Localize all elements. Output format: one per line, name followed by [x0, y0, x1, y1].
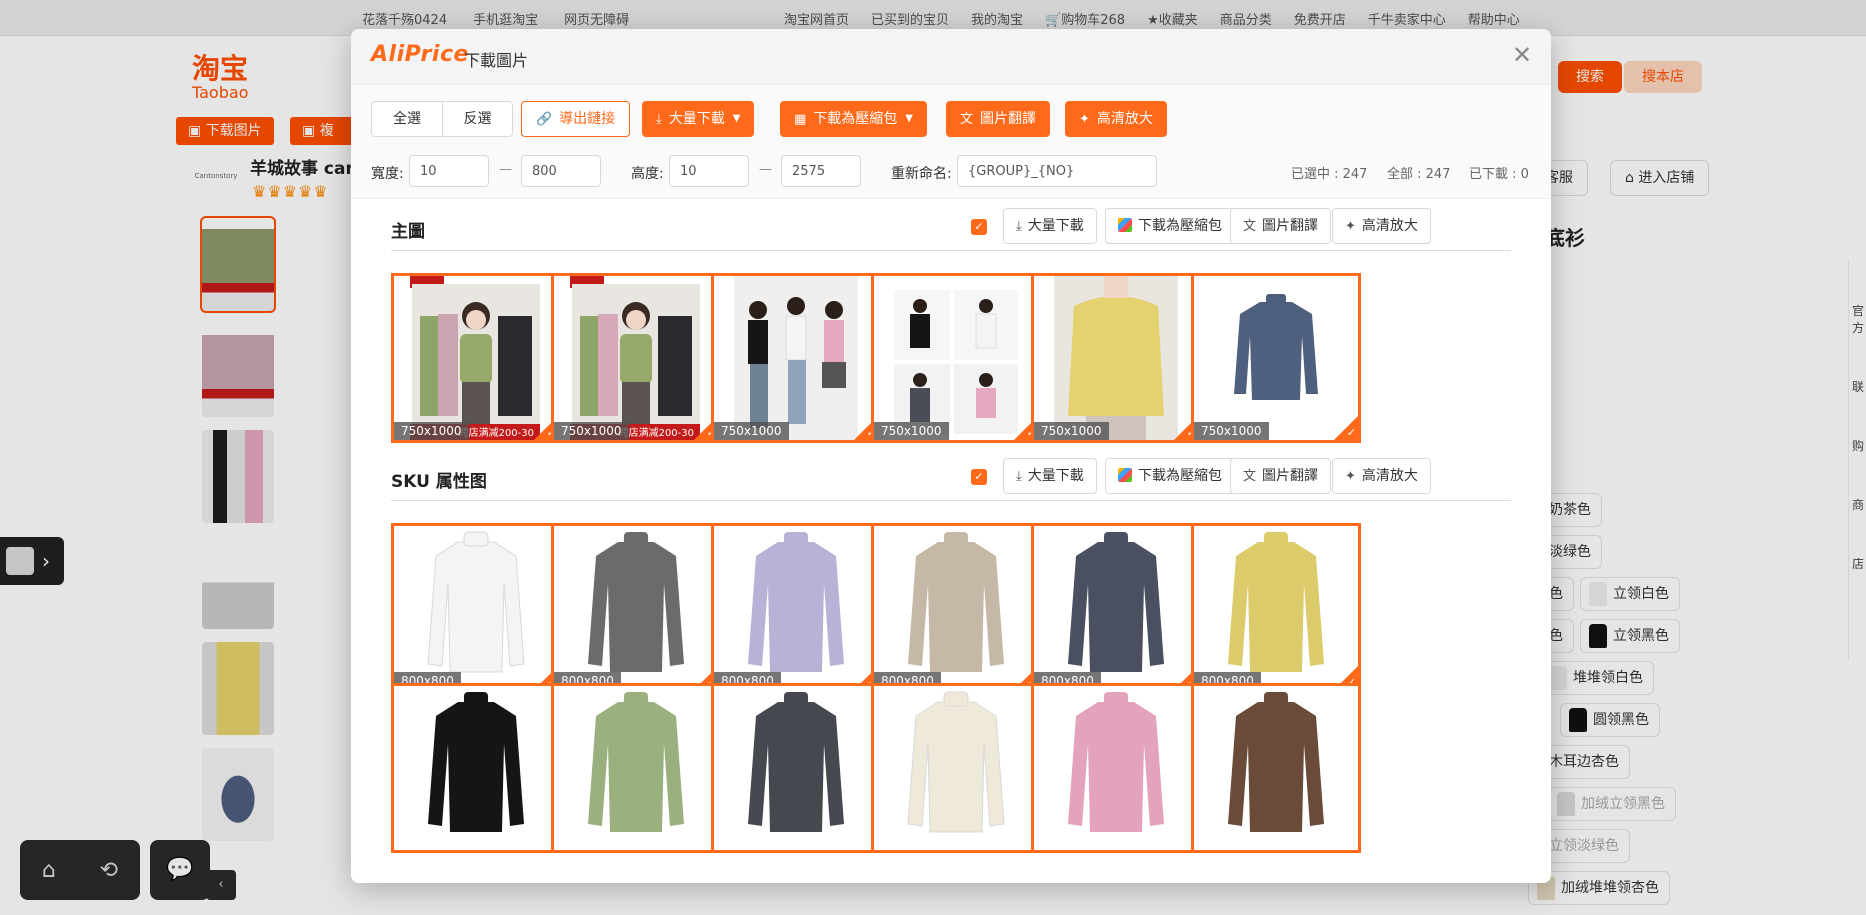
image-dimension-badge: 750x1000 — [1034, 422, 1109, 440]
modal-title: 下載圖片 — [464, 51, 529, 70]
modal-toolbar: 全選 反選 🔗 導出鏈接 ⤓ 大量下載 ▼ ▦ 下載為壓縮包 ▼ 文圖片翻譯 ✦ 高清放大 — [351, 85, 1551, 145]
translate-icon: 文 — [1243, 469, 1257, 484]
download-icon: ⤓ — [1016, 219, 1022, 234]
image-card[interactable]: 750x1000 ✓ — [1191, 273, 1361, 443]
invert-selection-button[interactable]: 反選 — [442, 102, 512, 136]
image-dimension-badge: 750x1000 — [874, 422, 949, 440]
aliprice-download-modal: AliPrice 下載圖片 ✕ 全選 反選 🔗 導出鏈接 ⤓ 大量下載 ▼ ▦ 下載為壓… — [351, 29, 1551, 883]
sku-image-card[interactable]: 800x800✓ — [871, 523, 1041, 693]
image-card[interactable]: 750x1000 ✓ — [1031, 273, 1201, 443]
sku-image-card[interactable] — [1031, 683, 1201, 853]
sku-garment-photo — [1068, 692, 1164, 832]
section-header-sku: SKU 属性图 ✓ ⤓ 大量下載 下載為壓縮包 文圖片翻譯 ✦ 高清放大 — [391, 449, 1511, 501]
image-card[interactable]: 750x1000 ✓ — [711, 273, 881, 443]
select-all-button[interactable]: 全選 — [372, 102, 442, 136]
modal-body: 主圖 ✓ ⤓ 大量下載 下載為壓縮包 文圖片翻譯 ✦ 高清放大 跨店满减200-… — [351, 199, 1551, 883]
section-translate-button[interactable]: 文圖片翻譯 — [1230, 458, 1332, 494]
close-icon[interactable]: ✕ — [1509, 43, 1535, 69]
modal-filter-bar: 寬度: — 高度: — 重新命名: 已選中 : 247 全部 : 247 已下載… — [351, 145, 1551, 199]
image-card[interactable]: 750x1000 ✓ — [871, 273, 1041, 443]
sku-garment-photo — [748, 692, 844, 832]
download-icon: ⤓ — [656, 112, 662, 127]
section-title: 主圖 — [391, 222, 425, 242]
image-dimension-badge: 750x1000 — [394, 422, 469, 440]
chevron-down-icon: ▼ — [732, 113, 741, 124]
total-count: 全部 : 247 — [1387, 167, 1451, 182]
section-upscale-button[interactable]: ✦ 高清放大 — [1332, 208, 1431, 244]
sku-image-card[interactable]: 800x800✓ — [391, 523, 561, 693]
image-card[interactable]: 跨店满减200-30 750x1000 ✓ — [391, 273, 561, 443]
range-dash: — — [759, 162, 772, 177]
section-download-zip-button[interactable]: 下載為壓縮包 — [1105, 208, 1235, 244]
magic-wand-icon: ✦ — [1345, 469, 1356, 484]
section-translate-button[interactable]: 文圖片翻譯 — [1230, 208, 1332, 244]
aliprice-logo: AliPrice — [371, 42, 469, 67]
check-icon: ✓ — [1346, 426, 1356, 439]
translate-images-button[interactable]: 文圖片翻譯 — [946, 101, 1051, 137]
magic-wand-icon: ✦ — [1079, 112, 1090, 127]
zip-icon — [1118, 218, 1132, 232]
downloaded-count: 已下載 : 0 — [1469, 167, 1529, 182]
section-select-checkbox[interactable]: ✓ — [971, 469, 987, 485]
zip-icon — [1118, 468, 1132, 482]
height-min-input[interactable] — [669, 155, 749, 187]
sku-image-card[interactable]: 800x800✓ — [1031, 523, 1201, 693]
sku-garment-photo — [907, 691, 1005, 833]
section-upscale-button[interactable]: ✦ 高清放大 — [1332, 458, 1431, 494]
range-dash: — — [499, 162, 512, 177]
sku-image-card[interactable] — [711, 683, 881, 853]
sku-image-card[interactable] — [871, 683, 1041, 853]
sku-image-card[interactable] — [391, 683, 561, 853]
selected-count: 已選中 : 247 — [1291, 167, 1368, 182]
rename-pattern-input[interactable] — [957, 155, 1157, 187]
modal-header: AliPrice 下載圖片 ✕ — [351, 29, 1551, 85]
download-icon: ⤓ — [1016, 469, 1022, 484]
chevron-down-icon: ▼ — [905, 113, 913, 124]
sku-garment-photo — [1228, 692, 1324, 832]
width-label: 寬度: — [371, 166, 404, 182]
sku-image-card[interactable]: 800x800✓ — [711, 523, 881, 693]
bulk-download-button[interactable]: ⤓ 大量下載 ▼ — [642, 101, 755, 137]
rename-label: 重新命名: — [891, 166, 952, 182]
height-max-input[interactable] — [781, 155, 861, 187]
height-label: 高度: — [631, 166, 664, 182]
image-dimension-badge: 750x1000 — [1194, 422, 1269, 440]
sku-image-card[interactable]: 800x800✓ — [1191, 523, 1361, 693]
download-zip-button[interactable]: ▦ 下載為壓縮包 ▼ — [780, 101, 927, 137]
zip-icon: ▦ — [794, 112, 807, 127]
sku-garment-photo — [428, 692, 524, 832]
image-dimension-badge: 750x1000 — [554, 422, 629, 440]
section-select-checkbox[interactable]: ✓ — [971, 219, 987, 235]
sku-garment-photo — [588, 692, 684, 832]
translate-icon: 文 — [960, 112, 974, 127]
image-card[interactable]: 跨店满减200-30 750x1000 ✓ — [551, 273, 721, 443]
export-links-button[interactable]: 🔗 導出鏈接 — [521, 101, 631, 137]
section-header-main: 主圖 ✓ ⤓ 大量下載 下載為壓縮包 文圖片翻譯 ✦ 高清放大 — [391, 199, 1511, 251]
section-bulk-download-button[interactable]: ⤓ 大量下載 — [1003, 458, 1097, 494]
sku-image-card[interactable]: 800x800✓ — [551, 523, 721, 693]
section-download-zip-button[interactable]: 下載為壓縮包 — [1105, 458, 1235, 494]
link-icon: 🔗 — [536, 112, 553, 127]
sku-image-card[interactable] — [1191, 683, 1361, 853]
image-dimension-badge: 750x1000 — [714, 422, 789, 440]
selection-toggle: 全選 反選 — [371, 101, 513, 137]
upscale-button[interactable]: ✦ 高清放大 — [1065, 101, 1167, 137]
section-bulk-download-button[interactable]: ⤓ 大量下載 — [1003, 208, 1097, 244]
sku-image-card[interactable] — [551, 683, 721, 853]
section-title: SKU 属性图 — [391, 472, 487, 492]
magic-wand-icon: ✦ — [1345, 219, 1356, 234]
translate-icon: 文 — [1243, 219, 1257, 234]
width-max-input[interactable] — [521, 155, 601, 187]
width-min-input[interactable] — [409, 155, 489, 187]
